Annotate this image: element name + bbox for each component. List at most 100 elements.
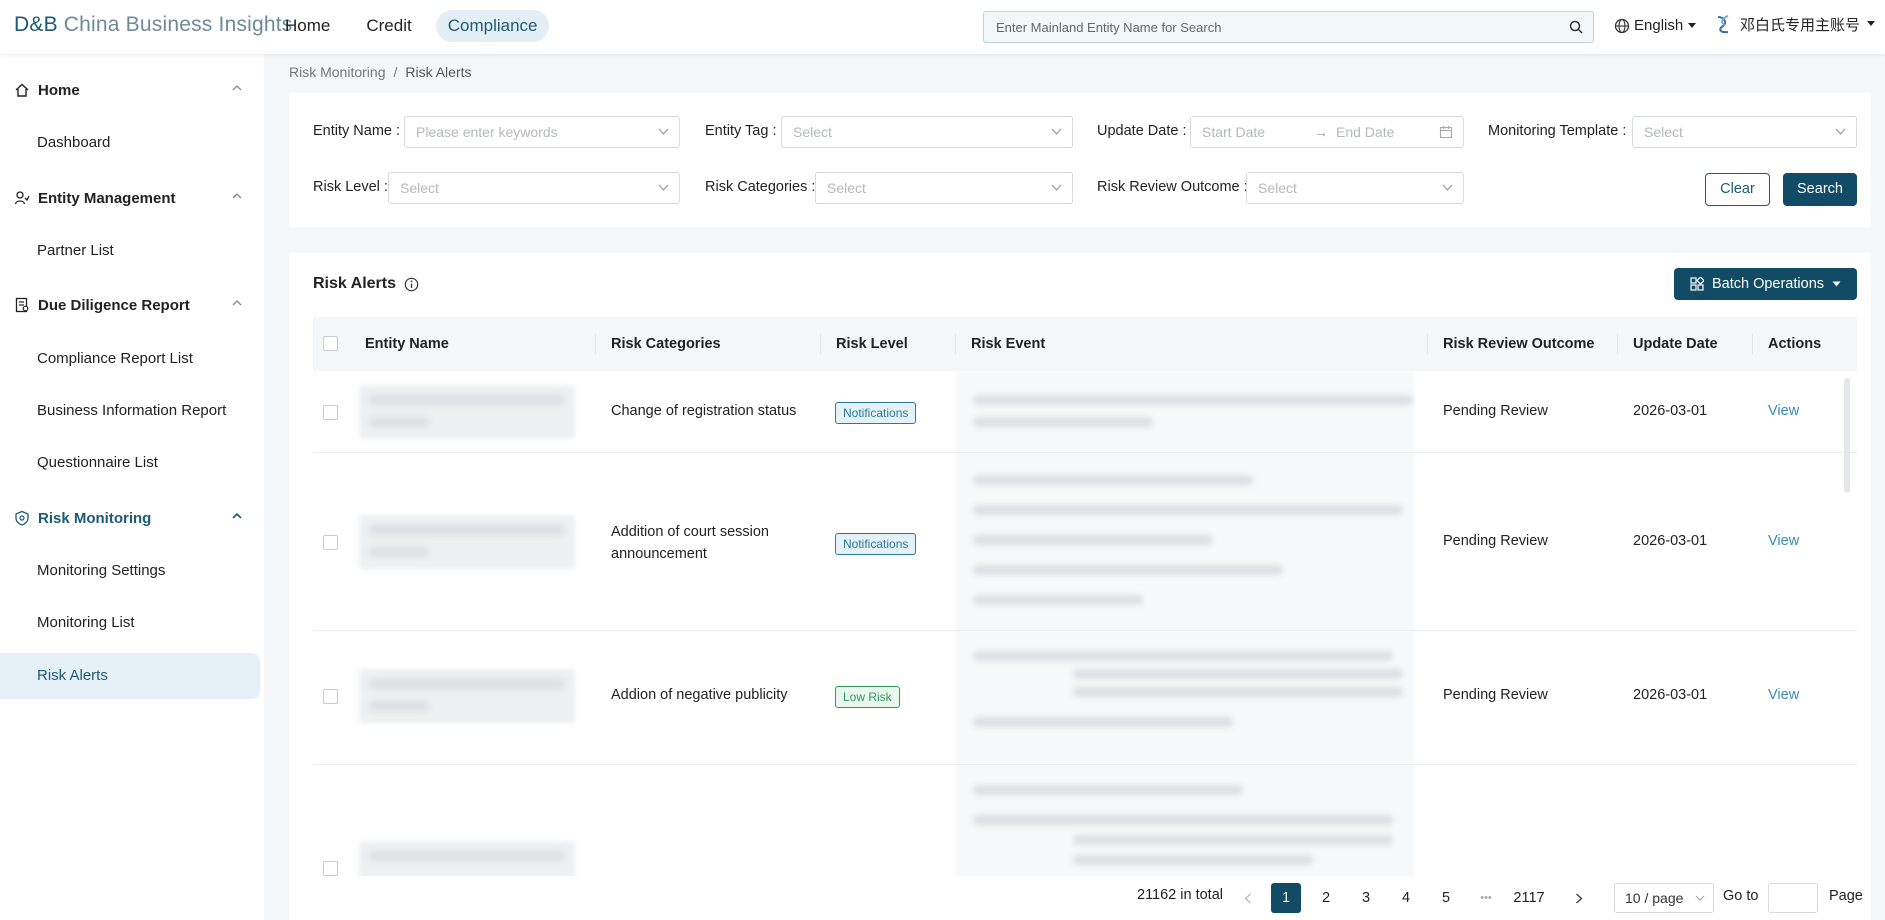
column-risk-categories[interactable]: Risk Categories: [595, 317, 721, 371]
risk-review-outcome-select[interactable]: Select: [1246, 172, 1464, 204]
redacted-text: [973, 595, 1143, 605]
column-entity-name[interactable]: Entity Name: [365, 317, 449, 371]
total-count: 21162 in total: [1137, 887, 1223, 903]
redacted-text: [369, 547, 429, 557]
users-icon: [14, 191, 30, 205]
sidebar-item-partner-list[interactable]: Partner List: [0, 228, 260, 274]
sidebar-item-questionnaire-list[interactable]: Questionnaire List: [0, 440, 260, 486]
redacted-text: [973, 651, 1393, 661]
info-icon[interactable]: [404, 277, 419, 292]
sidebar-group-risk-monitoring[interactable]: Risk Monitoring: [0, 493, 264, 543]
sidebar-item-dashboard[interactable]: Dashboard: [0, 120, 260, 166]
view-link[interactable]: View: [1768, 687, 1799, 703]
redacted-text: [973, 565, 1283, 575]
nav-compliance[interactable]: Compliance: [435, 10, 550, 42]
view-link[interactable]: View: [1768, 403, 1799, 419]
redacted-text: [369, 525, 565, 535]
pagination: 21162 in total 1 2 3 4 5 ••• 2117 10 / p…: [289, 876, 1871, 920]
redacted-text: [369, 417, 429, 427]
page-4[interactable]: 4: [1391, 883, 1421, 913]
clear-button[interactable]: Clear: [1705, 173, 1770, 206]
redacted-text: [973, 475, 1253, 485]
sidebar-item-business-information-report[interactable]: Business Information Report: [0, 388, 260, 434]
column-update-date[interactable]: Update Date: [1617, 317, 1718, 371]
redacted-text: [369, 395, 565, 405]
caret-down-icon: [1688, 22, 1697, 28]
end-date-placeholder: End Date: [1336, 124, 1395, 140]
top-navigation-bar: D&B China Business Insights Home Credit C…: [0, 0, 1885, 54]
chevron-right-icon[interactable]: [1575, 893, 1583, 904]
review-outcome: Pending Review: [1443, 687, 1548, 703]
table-scrollbar[interactable]: [1844, 378, 1850, 493]
page-5[interactable]: 5: [1431, 883, 1461, 913]
chevron-down-icon: [658, 184, 669, 191]
view-link[interactable]: View: [1768, 533, 1799, 549]
chevron-up-icon: [232, 85, 242, 91]
batch-operations-button[interactable]: Batch Operations: [1674, 268, 1857, 300]
redacted-text: [1073, 669, 1403, 679]
nav-home[interactable]: Home: [273, 10, 342, 42]
sidebar-group-entity-management[interactable]: Entity Management: [0, 173, 264, 223]
update-date-range-picker[interactable]: Start Date → End Date: [1190, 116, 1464, 148]
page-3[interactable]: 3: [1351, 883, 1381, 913]
breadcrumb-parent[interactable]: Risk Monitoring: [289, 64, 385, 80]
entity-name-redacted: [359, 515, 575, 569]
sidebar-item-risk-alerts[interactable]: Risk Alerts: [0, 653, 260, 699]
table-row[interactable]: Change of registration status Notificati…: [313, 371, 1857, 453]
goto-page-input[interactable]: [1768, 883, 1818, 913]
chevron-down-icon: [1835, 128, 1846, 135]
risk-level-badge: Low Risk: [835, 686, 900, 708]
sidebar-group-home[interactable]: Home: [0, 65, 264, 115]
chevron-down-icon: [1695, 895, 1705, 901]
search-icon[interactable]: [1569, 20, 1583, 34]
entity-search-input[interactable]: [984, 12, 1544, 42]
sidebar-item-compliance-report-list[interactable]: Compliance Report List: [0, 336, 260, 382]
redacted-text: [369, 701, 429, 711]
row-checkbox[interactable]: [323, 405, 338, 420]
update-date-label: Update Date :: [1097, 123, 1187, 139]
redacted-text: [973, 535, 1213, 545]
nav-credit[interactable]: Credit: [354, 10, 423, 42]
brand-logo[interactable]: D&B China Business Insights: [14, 13, 293, 37]
sidebar-item-monitoring-settings[interactable]: Monitoring Settings: [0, 548, 260, 594]
sidebar-group-due-diligence[interactable]: Due Diligence Report: [0, 280, 264, 330]
column-risk-review-outcome[interactable]: Risk Review Outcome: [1427, 317, 1595, 371]
entity-tag-placeholder: Select: [793, 124, 832, 140]
risk-categories-select[interactable]: Select: [815, 172, 1073, 204]
account-menu[interactable]: 邓白氏专用主账号: [1712, 13, 1876, 35]
arrow-right-icon: →: [1314, 124, 1328, 140]
table-row[interactable]: Addion of negative publicity Low Risk Pe…: [313, 631, 1857, 765]
page-last[interactable]: 2117: [1509, 883, 1549, 913]
user-avatar-icon: [1717, 15, 1729, 34]
entity-tag-select[interactable]: Select: [781, 116, 1073, 148]
breadcrumb-current: Risk Alerts: [405, 64, 472, 80]
monitoring-template-select[interactable]: Select: [1632, 116, 1857, 148]
risk-level-label: Risk Level :: [313, 179, 388, 195]
redacted-text: [369, 851, 565, 861]
page-ellipsis[interactable]: •••: [1471, 883, 1501, 913]
search-button[interactable]: Search: [1783, 173, 1857, 206]
risk-category: Addition of court session announcement: [611, 524, 769, 562]
entity-name-input[interactable]: Please enter keywords: [404, 116, 680, 148]
language-selector[interactable]: English: [1614, 17, 1697, 34]
column-risk-event[interactable]: Risk Event: [954, 317, 1045, 371]
page-1[interactable]: 1: [1271, 883, 1301, 913]
sidebar-item-monitoring-list[interactable]: Monitoring List: [0, 600, 260, 646]
main-nav: Home Credit Compliance: [273, 10, 550, 42]
row-checkbox[interactable]: [323, 689, 338, 704]
page-2[interactable]: 2: [1311, 883, 1341, 913]
table-row[interactable]: Addition of court session announcement N…: [313, 453, 1857, 631]
row-checkbox[interactable]: [323, 861, 338, 876]
review-outcome: Pending Review: [1443, 403, 1548, 419]
brand-name: China Business Insights: [63, 13, 293, 36]
chevron-down-icon: [1051, 128, 1062, 135]
chevron-left-icon[interactable]: [1244, 893, 1252, 904]
column-risk-level[interactable]: Risk Level: [820, 317, 908, 371]
page-size-select[interactable]: 10 / page: [1614, 883, 1714, 913]
risk-categories-placeholder: Select: [827, 180, 866, 196]
entity-name-redacted: [359, 669, 575, 723]
row-checkbox[interactable]: [323, 535, 338, 550]
select-all-checkbox[interactable]: [323, 336, 338, 351]
risk-level-select[interactable]: Select: [388, 172, 680, 204]
grid-icon: [1690, 277, 1704, 291]
